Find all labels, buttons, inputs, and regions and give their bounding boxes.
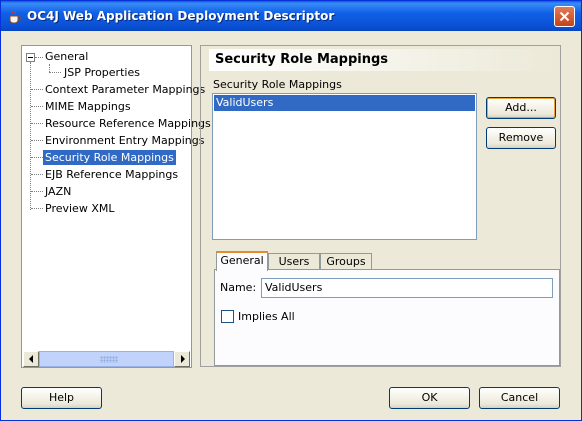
panel-header: Security Role Mappings (209, 49, 559, 71)
security-role-list[interactable]: ValidUsers (212, 93, 477, 240)
general-tab-page: Name: ValidUsers Implies All (214, 269, 560, 366)
tree-item-security-role-mappings[interactable]: Security Role Mappings (43, 150, 176, 165)
tab-general[interactable]: General (216, 251, 268, 271)
tree-guide (31, 123, 43, 124)
tree-guide (30, 62, 31, 210)
implies-all-label: Implies All (238, 310, 295, 323)
tree-guide (35, 57, 43, 58)
tree-guide (31, 191, 43, 192)
tree-item-jazn[interactable]: JAZN (43, 184, 73, 199)
tab-users[interactable]: Users (268, 253, 320, 270)
scroll-right-icon (181, 355, 185, 363)
tree-guide (31, 89, 43, 90)
tree-item-ejb-reference-mappings[interactable]: EJB Reference Mappings (43, 167, 180, 182)
horizontal-scrollbar[interactable] (23, 351, 190, 367)
close-button[interactable] (554, 6, 575, 27)
panel-title: Security Role Mappings (215, 52, 389, 67)
collapse-icon[interactable] (26, 53, 35, 62)
name-field[interactable]: ValidUsers (261, 278, 553, 298)
tree-item-resource-reference-mappings[interactable]: Resource Reference Mappings (43, 116, 213, 131)
implies-all-checkbox[interactable] (221, 310, 234, 323)
grip-icon (100, 356, 118, 363)
tree-item-general[interactable]: General (43, 49, 90, 64)
tree-guide (31, 140, 43, 141)
list-item[interactable]: ValidUsers (214, 95, 475, 111)
tree-item-environment-entry-mappings[interactable]: Environment Entry Mappings (43, 133, 206, 148)
tree-guide (31, 157, 43, 158)
tree-guide (49, 64, 50, 72)
scroll-right-button[interactable] (174, 351, 190, 367)
coffee-cup-icon (7, 9, 23, 25)
scroll-left-button[interactable] (23, 351, 39, 367)
tree-item-mime-mappings[interactable]: MIME Mappings (43, 99, 133, 114)
tree-guide (31, 174, 43, 175)
tree-guide (49, 72, 61, 73)
navigation-tree[interactable]: General JSP Properties Context Parameter… (21, 45, 211, 368)
tree-item-jsp-properties[interactable]: JSP Properties (62, 65, 142, 80)
tree-item-preview-xml[interactable]: Preview XML (43, 201, 116, 216)
tab-groups[interactable]: Groups (320, 253, 372, 270)
remove-button[interactable]: Remove (486, 127, 556, 149)
help-button[interactable]: Help (21, 387, 102, 409)
tree-item-context-parameter-mappings[interactable]: Context Parameter Mappings (43, 82, 207, 97)
window-title: OC4J Web Application Deployment Descript… (27, 9, 335, 23)
scroll-thumb[interactable] (39, 351, 174, 367)
list-label: Security Role Mappings (213, 78, 342, 91)
tree-guide (31, 208, 43, 209)
dialog-window: OC4J Web Application Deployment Descript… (0, 0, 582, 421)
ok-button[interactable]: OK (389, 387, 470, 409)
scroll-left-icon (29, 355, 33, 363)
close-icon (559, 11, 570, 22)
add-button[interactable]: Add... (486, 97, 556, 119)
cancel-button[interactable]: Cancel (479, 387, 560, 409)
tree-guide (31, 106, 43, 107)
content-panel: Security Role Mappings Security Role Map… (200, 45, 561, 367)
title-bar[interactable]: OC4J Web Application Deployment Descript… (1, 1, 581, 31)
name-label: Name: (220, 281, 257, 294)
